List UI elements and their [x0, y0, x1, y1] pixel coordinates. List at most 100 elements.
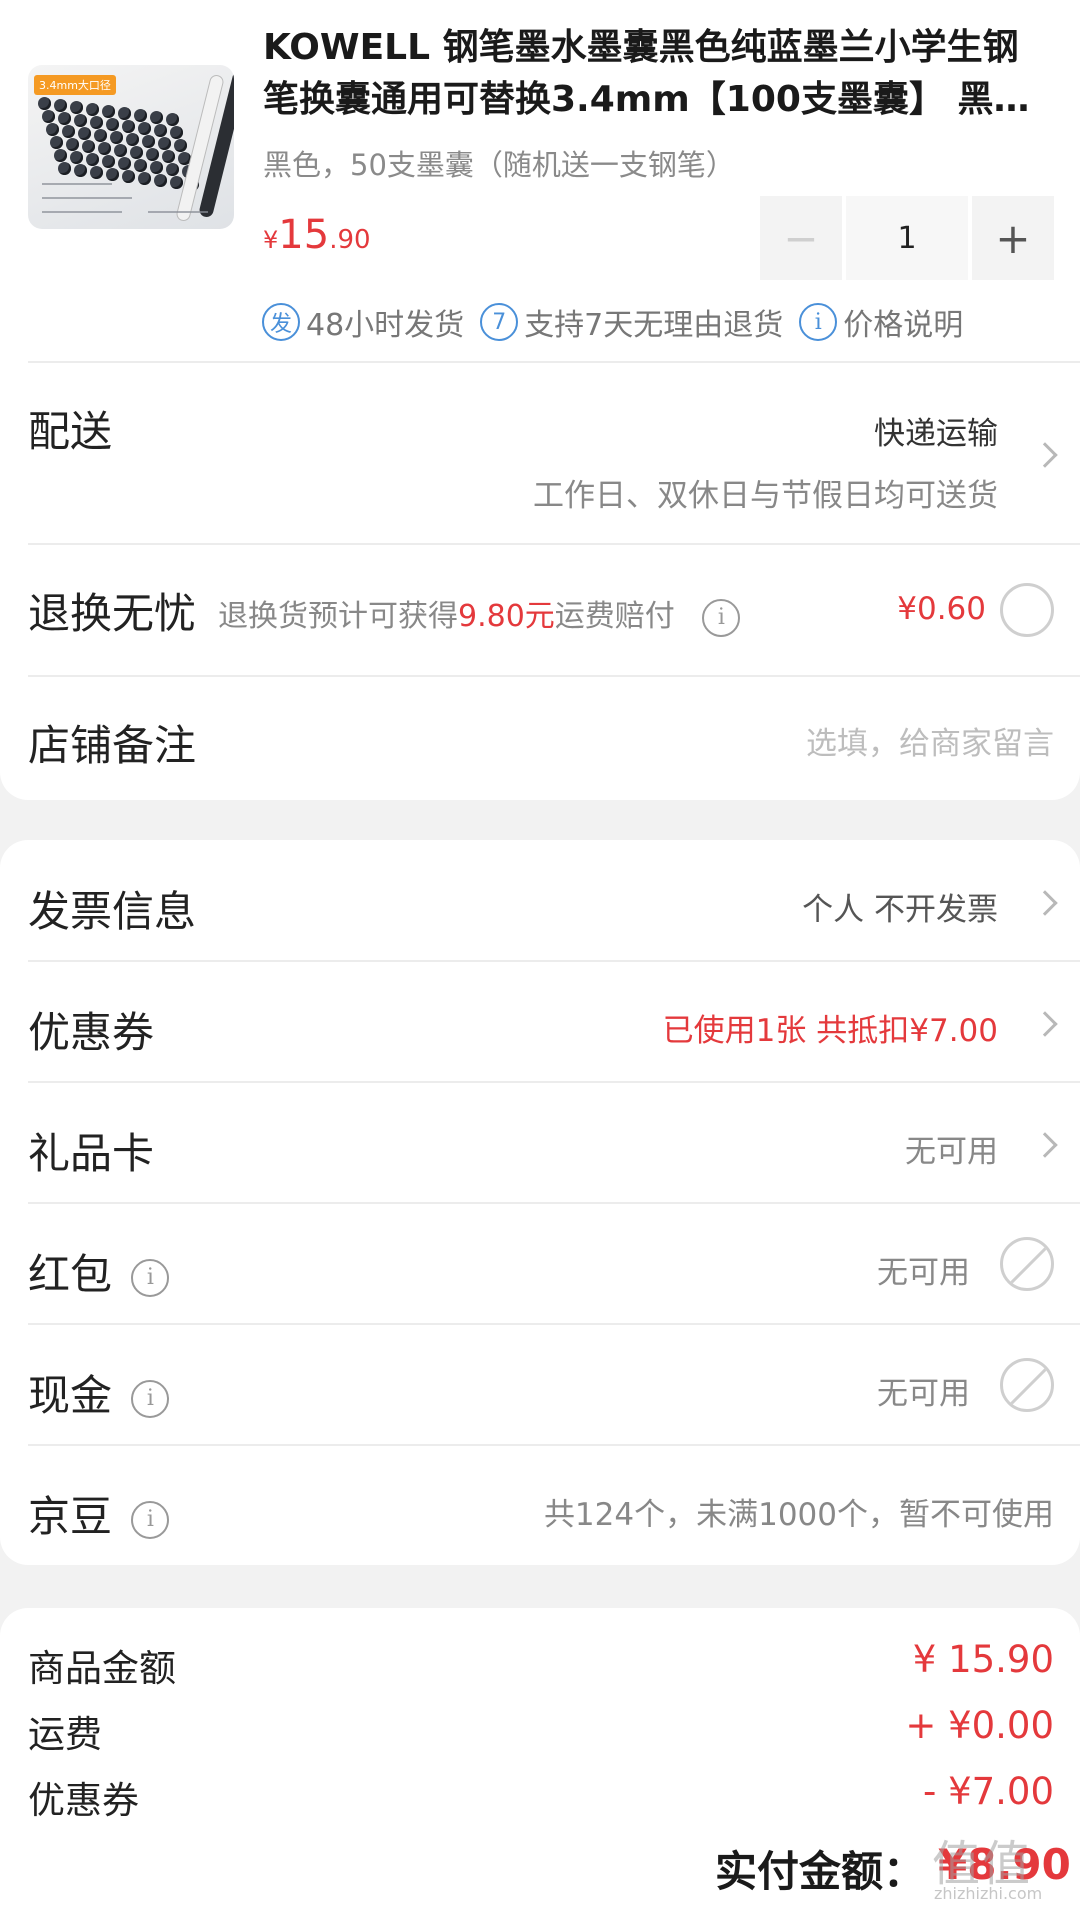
desc-suffix: 运费赔付 — [554, 599, 675, 634]
ink-cartridge-image — [66, 138, 79, 151]
ink-cartridge-image — [46, 123, 59, 136]
ink-cartridge-image — [102, 105, 115, 118]
jd-beans-label-text: 京豆 — [28, 1492, 113, 1541]
ink-cartridge-image — [90, 116, 103, 129]
cash-label-text: 现金 — [28, 1371, 113, 1420]
badge-text: 价格说明 — [843, 308, 964, 343]
ink-cartridge-image — [62, 125, 75, 138]
info-icon[interactable]: i — [131, 1258, 170, 1297]
coupon-discount-label: 优惠券 — [28, 1779, 139, 1822]
scribble-line — [42, 183, 112, 185]
ink-cartridge-image — [94, 129, 107, 142]
ink-cartridge-image — [142, 135, 155, 148]
ink-cartridge-image — [70, 151, 83, 164]
seven-day-return-badge[interactable]: 7 支持7天无理由退货 — [480, 300, 783, 344]
ink-cartridge-image — [54, 99, 67, 112]
ink-cartridge-image — [118, 107, 131, 120]
ink-cartridge-image — [58, 112, 71, 125]
product-title[interactable]: KOWELL 钢笔墨水墨囊黑色纯蓝墨兰小学生钢笔换囊通用可替换3.4mm【100… — [263, 22, 1053, 126]
info-icon[interactable]: i — [702, 598, 741, 637]
ink-cartridge-image — [118, 157, 131, 170]
gift-card-label: 礼品卡 — [28, 1129, 155, 1178]
decrease-quantity-button[interactable]: − — [760, 196, 842, 280]
scribble-line — [42, 197, 132, 199]
ink-cartridge-image — [166, 163, 179, 176]
store-note-label: 店铺备注 — [28, 721, 197, 770]
info-icon: i — [799, 303, 838, 341]
product-price: ¥15.90 — [263, 212, 371, 258]
increase-quantity-button[interactable]: + — [972, 196, 1054, 280]
red-packet-value: 无可用 — [877, 1255, 970, 1291]
ink-cartridge-image — [166, 113, 179, 126]
watermark-url: zhizhizhi.com — [934, 1884, 1043, 1903]
goods-amount-label: 商品金额 — [28, 1647, 176, 1690]
delivery-note: 工作日、双休日与节假日均可送货 — [533, 478, 998, 514]
info-icon[interactable]: i — [131, 1379, 170, 1418]
ink-cartridge-image — [102, 155, 115, 168]
divider — [28, 1202, 1080, 1204]
ink-cartridge-image — [122, 120, 135, 133]
delivery-method: 快递运输 — [874, 416, 998, 452]
shipping-fee-label: 运费 — [28, 1713, 102, 1756]
ink-cartridge-image — [134, 159, 147, 172]
red-packet-label-text: 红包 — [28, 1250, 113, 1299]
jd-beans-value: 共124个，未满1000个，暂不可使用 — [543, 1497, 1054, 1533]
desc-prefix: 退换货预计可获得 — [218, 599, 458, 634]
ink-cartridge-image — [54, 149, 67, 162]
divider — [28, 1323, 1080, 1325]
badge-text: 支持7天无理由退货 — [524, 308, 784, 343]
goods-amount-value: ¥ 15.90 — [912, 1638, 1054, 1681]
ink-cartridge-image — [86, 153, 99, 166]
ink-cartridge-image — [134, 109, 147, 122]
ink-cartridge-image — [154, 174, 167, 187]
ink-cartridge-image — [74, 164, 87, 177]
price-decimal: .90 — [329, 225, 371, 255]
invoice-label: 发票信息 — [28, 887, 197, 936]
ink-cartridge-image — [38, 97, 51, 110]
scribble-line — [42, 211, 122, 213]
gift-card-value: 无可用 — [905, 1134, 998, 1170]
ink-cartridge-image — [174, 139, 187, 152]
ink-cartridge-image — [158, 137, 171, 150]
shipping-48h-badge[interactable]: 发 48小时发货 — [262, 300, 464, 344]
cash-value: 无可用 — [877, 1376, 970, 1412]
badge-text: 48小时发货 — [306, 308, 465, 343]
quantity-value[interactable]: 1 — [846, 196, 968, 280]
thumb-tag: 3.4mm大口径 — [34, 75, 116, 95]
compensation-amount: 9.80元 — [458, 599, 555, 634]
select-radio-icon[interactable] — [1000, 583, 1054, 637]
price-info-badge[interactable]: i 价格说明 — [799, 300, 963, 344]
total-paid-label: 实付金额： — [715, 1847, 926, 1896]
coupon-label: 优惠券 — [28, 1008, 155, 1057]
invoice-value: 个人 不开发票 — [802, 892, 998, 928]
divider — [28, 1444, 1080, 1446]
ink-cartridge-image — [130, 146, 143, 159]
ink-cartridge-image — [82, 140, 95, 153]
ink-cartridge-image — [138, 122, 151, 135]
ink-cartridge-image — [150, 161, 163, 174]
ink-cartridge-image — [126, 133, 139, 146]
divider — [28, 361, 1080, 363]
jd-beans-label: 京豆 i — [28, 1483, 170, 1544]
red-packet-label: 红包 i — [28, 1241, 170, 1302]
ink-cartridge-image — [106, 118, 119, 131]
service-badges: 发 48小时发货 7 支持7天无理由退货 i 价格说明 — [262, 300, 979, 344]
shipping-fee-value: + ¥0.00 — [905, 1704, 1054, 1747]
info-icon[interactable]: i — [131, 1500, 170, 1539]
divider — [28, 543, 1080, 545]
unavailable-icon — [1000, 1358, 1054, 1412]
unavailable-icon — [1000, 1237, 1054, 1291]
ink-cartridge-image — [42, 110, 55, 123]
ink-cartridge-image — [150, 111, 163, 124]
ink-cartridge-image — [58, 162, 71, 175]
delivery-label: 配送 — [28, 407, 113, 456]
ink-cartridge-image — [170, 176, 183, 189]
ink-cartridge-image — [98, 142, 111, 155]
shipping-icon: 发 — [262, 303, 300, 341]
coupon-discount-value: - ¥7.00 — [922, 1770, 1054, 1813]
product-thumbnail[interactable]: 3.4mm大口径 — [28, 65, 234, 229]
cash-label: 现金 i — [28, 1362, 170, 1423]
ink-cartridge-image — [110, 131, 123, 144]
store-note-input[interactable]: 选填，给商家留言 — [806, 718, 1054, 763]
return-insurance-label: 退换无忧 — [28, 589, 197, 638]
